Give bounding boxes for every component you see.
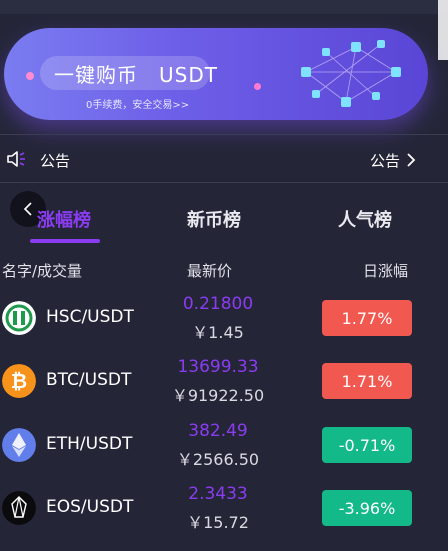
svg-text:₿: ₿ [11,369,27,393]
divider [0,134,448,135]
column-header-price: 最新价 [187,262,233,280]
promo-banner[interactable]: 一键购币 USDT 0手续费，安全交易>> [4,28,428,120]
market-row[interactable]: EOS/USDT 2.3433 ￥15.72 -3.96% [0,478,448,540]
pair-name: HSC/USDT [46,307,134,327]
notice-more-link[interactable]: 公告 [370,150,400,171]
speaker-icon [7,151,25,167]
tab-new-coins[interactable]: 新币榜 [187,206,241,232]
pair-name: BTC/USDT [46,370,132,390]
banner-subtitle: 0手续费，安全交易>> [86,100,190,111]
decor-dot [26,72,34,80]
top-strip [0,0,448,60]
change-badge: -0.71% [322,427,412,463]
market-row[interactable]: ETH/USDT 382.49 ￥2566.50 -0.71% [0,415,448,477]
eth-coin-icon [2,428,36,462]
change-badge: 1.77% [322,300,412,336]
change-badge: 1.71% [322,363,412,399]
divider [0,182,448,183]
cny-price: ￥2566.50 [176,450,260,469]
latest-price: 0.21800 [182,294,254,314]
tab-indicator [30,239,100,243]
column-header-change: 日涨幅 [363,262,409,280]
banner-title: 一键购币 USDT [54,63,218,87]
network-illustration-icon [301,40,401,107]
cny-price: ￥15.72 [187,513,249,532]
ranking-tabs: 涨幅榜 新币榜 人气榜 [0,206,448,246]
tab-gainers[interactable]: 涨幅榜 [37,206,91,232]
latest-price: 2.3433 [188,484,248,504]
eos-coin-icon [2,491,36,525]
latest-price: 382.49 [188,421,248,441]
decor-dot [254,83,261,90]
market-row[interactable]: HSC/USDT 0.21800 ￥1.45 1.77% [0,288,448,350]
hsc-coin-icon [2,301,36,335]
btc-coin-icon: ₿ [2,364,36,398]
chevron-right-icon[interactable] [406,153,416,167]
notice-bar[interactable]: 公告 公告 [0,140,448,180]
notice-label: 公告 [40,152,71,170]
change-badge: -3.96% [322,490,412,526]
cny-price: ￥1.45 [192,323,244,342]
market-row[interactable]: ₿ BTC/USDT 13699.33 ￥91922.50 1.71% [0,351,448,413]
pair-name: ETH/USDT [46,434,133,454]
pair-name: EOS/USDT [46,497,134,517]
edge-overflow [438,0,448,60]
cny-price: ￥91922.50 [171,386,265,405]
tab-popular[interactable]: 人气榜 [338,206,392,232]
latest-price: 13699.33 [177,357,259,377]
column-header-name: 名字/成交量 [2,262,83,280]
